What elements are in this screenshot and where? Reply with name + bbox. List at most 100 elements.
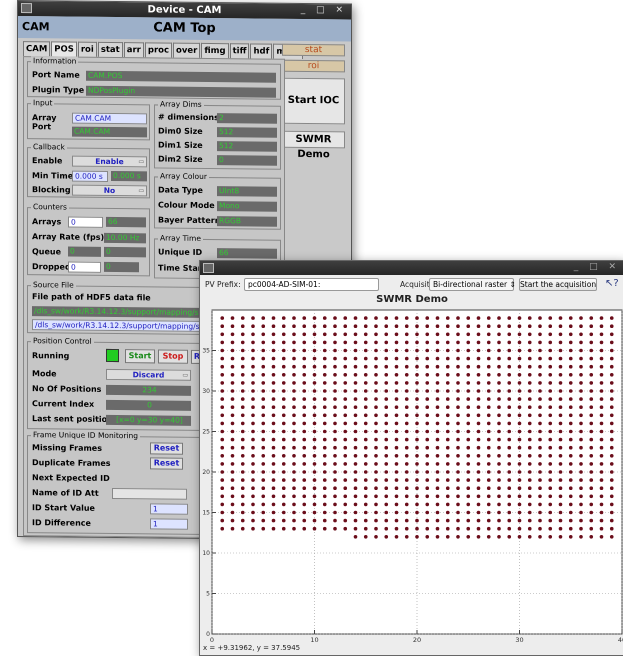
swmr-titlebar[interactable]: _ □ ✕ (200, 261, 623, 275)
data-point (599, 421, 604, 426)
data-point (302, 494, 307, 499)
data-point (476, 364, 481, 369)
min-time-input[interactable]: 0.000 s (72, 170, 108, 182)
data-point (425, 437, 430, 442)
data-point (538, 373, 542, 377)
array-port-input[interactable]: CAM.CAM (72, 112, 147, 125)
data-point (517, 340, 522, 345)
missing-reset-button[interactable]: Reset (150, 442, 183, 455)
data-point (343, 437, 348, 442)
data-point (599, 413, 604, 418)
data-point (261, 470, 266, 474)
data-point (476, 373, 481, 377)
stat-button[interactable]: stat (282, 43, 345, 57)
data-point (292, 445, 296, 450)
window-menu-icon[interactable] (21, 3, 32, 14)
data-point (579, 470, 583, 474)
tab-fimg[interactable]: fimg (201, 42, 229, 59)
blocking-menu[interactable]: No (72, 184, 147, 197)
data-point (466, 413, 471, 418)
data-point (333, 429, 337, 434)
data-point (599, 478, 604, 482)
data-point (271, 470, 276, 474)
tab-hdf[interactable]: hdf (250, 43, 273, 59)
tab-arr[interactable]: arr (123, 42, 144, 58)
data-point (466, 389, 471, 393)
data-point (486, 364, 491, 369)
whats-this-icon[interactable]: ↖? (605, 278, 619, 289)
start-acquisition-button[interactable]: Start the acquisition (519, 278, 597, 291)
data-point (568, 413, 573, 418)
window-menu-icon[interactable] (203, 263, 214, 273)
data-point (271, 437, 276, 442)
data-point (374, 454, 378, 458)
tab-pos[interactable]: POS (51, 41, 77, 57)
data-point (404, 470, 409, 474)
data-point (558, 324, 563, 328)
file-path-input[interactable]: /dls_sw/work/R3.14.12.3/support/mapping/… (32, 319, 212, 333)
data-point (312, 364, 317, 369)
name-of-id-input[interactable] (112, 487, 187, 500)
data-point (507, 373, 512, 377)
data-point (589, 429, 594, 434)
current-index-label: Current Index (32, 399, 95, 409)
data-point (292, 373, 296, 377)
enable-menu[interactable]: Enable (72, 155, 147, 168)
mode-menu[interactable]: Discard (106, 368, 191, 381)
tab-over[interactable]: over (173, 42, 201, 58)
acquisition-select[interactable]: Bi-directional raster ⇕ (429, 278, 516, 291)
data-point (466, 429, 471, 434)
pv-prefix-input[interactable]: pc0004-AD-SIM-01: (244, 278, 379, 291)
data-point (230, 462, 235, 466)
data-point (497, 340, 501, 345)
tab-cam[interactable]: CAM (23, 41, 51, 57)
data-point (476, 494, 481, 499)
dim2-label: Dim2 Size (158, 154, 203, 164)
tab-roi[interactable]: roi (77, 41, 97, 57)
data-point (579, 397, 583, 401)
data-point (466, 316, 471, 320)
duplicate-reset-button[interactable]: Reset (150, 457, 183, 470)
data-point (425, 373, 430, 377)
plot-title: SWMR Demo (376, 294, 448, 305)
counters-group: Counters Arrays 0 66 Array Rate (fps) 10… (27, 202, 150, 277)
queue-value: 0 (104, 246, 146, 258)
data-point (292, 470, 296, 474)
data-point (353, 494, 358, 499)
x-tick-label: 30 (515, 636, 523, 644)
data-point (343, 470, 348, 474)
data-point (333, 478, 337, 482)
data-point (343, 364, 348, 369)
data-point (415, 332, 419, 337)
arrays-input[interactable]: 0 (68, 216, 103, 228)
start-button[interactable]: Start (125, 349, 155, 364)
stop-button[interactable]: Stop (158, 349, 188, 364)
tab-stat[interactable]: stat (97, 41, 123, 58)
data-point (486, 535, 491, 539)
data-point (538, 445, 542, 450)
data-point (435, 381, 440, 385)
tab-tiff[interactable]: tiff (229, 43, 250, 59)
data-point (435, 421, 440, 426)
swmr-demo-button[interactable]: SWMR Demo (282, 130, 345, 160)
data-point (609, 356, 614, 361)
data-point (497, 381, 501, 385)
data-point (548, 462, 553, 466)
window-controls-icon[interactable]: _ □ ✕ (574, 262, 620, 272)
data-point (456, 454, 460, 458)
data-point (425, 324, 430, 328)
x-tick-label: 20 (413, 636, 421, 644)
data-point (507, 526, 512, 531)
dropped-input[interactable]: 0 (68, 261, 101, 273)
id-difference-input[interactable]: 1 (150, 518, 188, 530)
data-point (497, 356, 501, 361)
tab-proc[interactable]: proc (144, 42, 173, 58)
data-point (538, 494, 542, 499)
start-ioc-button[interactable]: Start IOC (282, 77, 345, 125)
id-start-input[interactable]: 1 (150, 503, 188, 515)
roi-button[interactable]: roi (282, 59, 345, 73)
data-point (445, 332, 450, 337)
data-point (507, 332, 512, 337)
scatter-plot[interactable]: 05101520253035010203040 (200, 306, 623, 648)
window-controls-icon[interactable]: _ □ ✕ (301, 5, 347, 15)
